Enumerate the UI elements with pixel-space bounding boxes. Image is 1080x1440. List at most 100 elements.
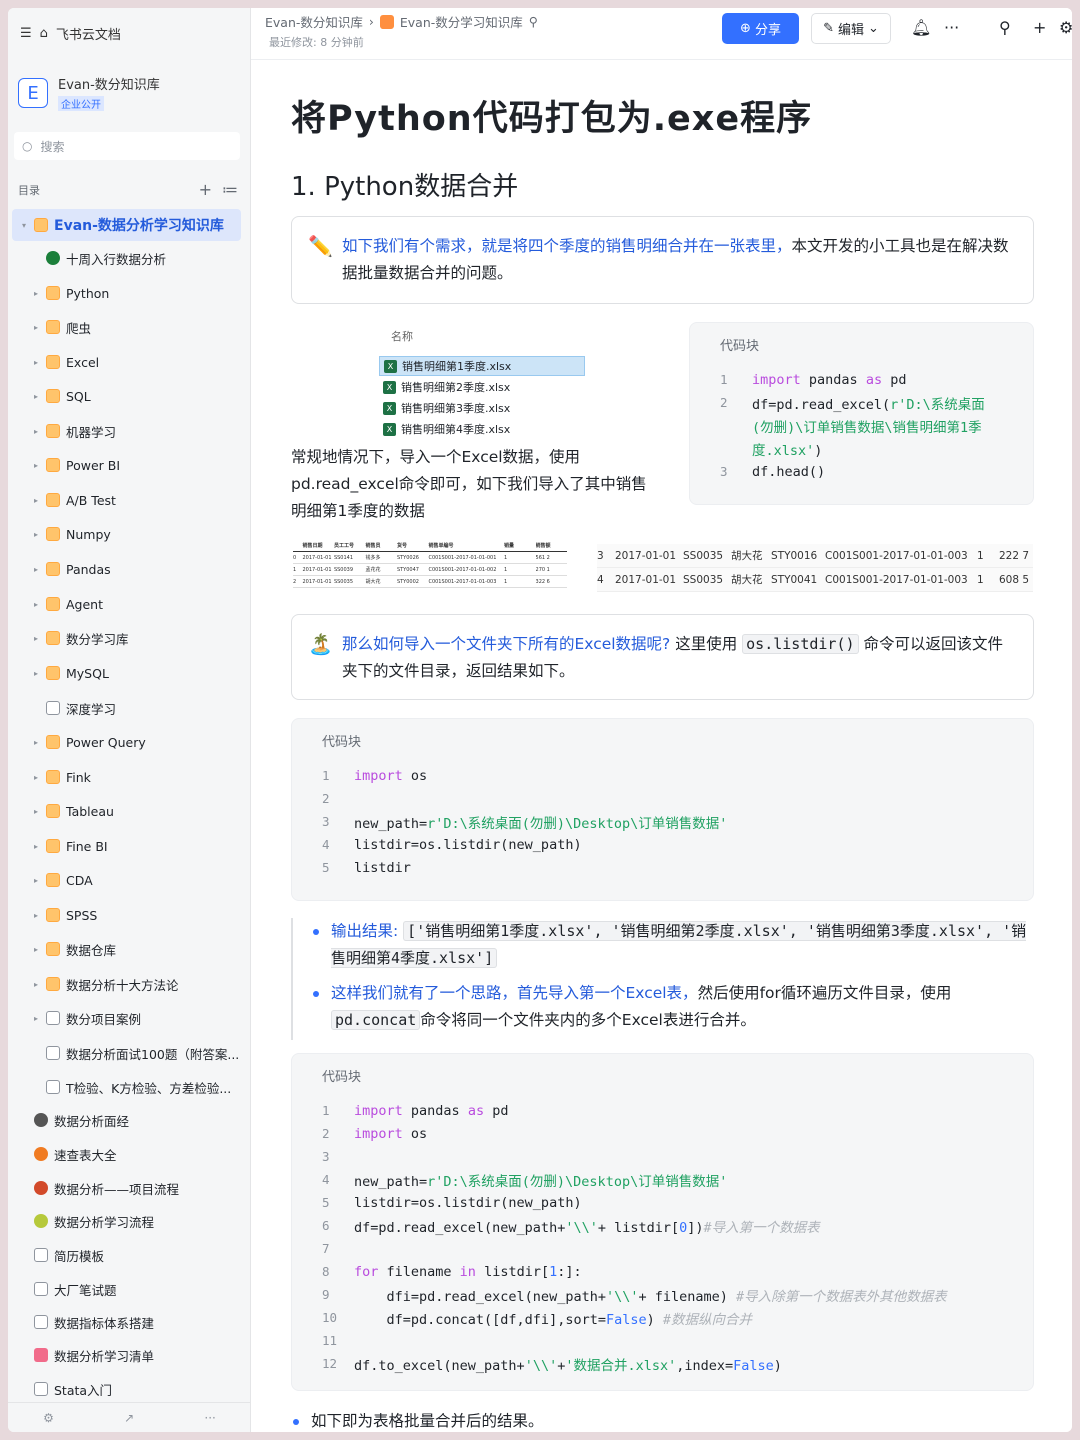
table-cell: 2017-01-01	[615, 573, 677, 586]
sidebar-item-label: 大厂笔试题	[54, 1282, 117, 1298]
sidebar-item[interactable]: ▸ Tableau	[8, 795, 251, 827]
callout-1: ✏️ 如下我们有个需求，就是将四个季度的销售明细合并在一张表里，本文开发的小工具…	[291, 216, 1034, 304]
sidebar-item-label: Pandas	[66, 561, 111, 577]
section-heading: 1. Python数据合并	[291, 172, 519, 202]
table-row: 4 2017-01-01 SS0035 胡大花 STY0041 C001S001-2017…	[597, 568, 1033, 592]
inline-code: os.listdir()	[742, 634, 859, 654]
folder-icon	[46, 770, 60, 784]
chevron-right-icon[interactable]: ▸	[30, 945, 42, 954]
sidebar-item[interactable]: ▸ Power BI	[8, 449, 251, 481]
app-name[interactable]: 飞书云文档	[56, 24, 121, 43]
sidebar-item-label: 数据仓库	[66, 942, 117, 958]
sidebar-item[interactable]: 数据分析——项目流程	[8, 1172, 251, 1204]
table-cell: 3	[597, 549, 604, 562]
sidebar-item[interactable]: ▸ 爬虫	[8, 311, 251, 343]
sidebar-item-label: Evan-数据分析学习知识库	[54, 218, 224, 234]
table-cell: 2	[293, 578, 297, 585]
chevron-right-icon[interactable]: ▸	[30, 807, 42, 816]
more-icon[interactable]: ···	[204, 1411, 215, 1425]
sidebar-item[interactable]: ▸ MySQL	[8, 657, 251, 689]
share-out-icon[interactable]: ↗	[124, 1411, 134, 1425]
sidebar-item[interactable]: 数据分析面试100题（附答案...	[8, 1037, 251, 1069]
share-button[interactable]: ⊕ 分享	[722, 13, 799, 44]
chevron-right-icon[interactable]: ▸	[30, 738, 42, 747]
more-horizontal-icon[interactable]: ···	[944, 18, 959, 37]
workspace-header[interactable]: E Evan-数分知识库 企业公开	[18, 74, 160, 112]
sidebar-item-label: 数分学习库	[66, 631, 129, 647]
chevron-right-icon[interactable]: ▸	[30, 876, 42, 885]
sidebar-item[interactable]: 简历模板	[8, 1239, 251, 1271]
sidebar-item[interactable]: 数据分析学习流程	[8, 1205, 251, 1237]
list-icon[interactable]: ≔	[222, 180, 238, 199]
sidebar-item[interactable]: 大厂笔试题	[8, 1273, 251, 1305]
sidebar-item[interactable]: ▸ SQL	[8, 380, 251, 412]
chevron-right-icon[interactable]: ▸	[30, 980, 42, 989]
sidebar-item[interactable]: ▸ Agent	[8, 588, 251, 620]
collapse-sidebar-icon[interactable]: ☰	[20, 26, 32, 41]
data-preview-table: 销售日期 员工工号 销售员 货号 销售单编号 销量 销售额 0 2017-01-01 SS0141…	[293, 540, 567, 588]
sidebar-item[interactable]: ▸ 数据分析十大方法论	[8, 968, 251, 1000]
sidebar-item-label: Power Query	[66, 734, 146, 750]
sidebar-item[interactable]: T检验、K方检验、方差检验...	[8, 1071, 251, 1103]
doc-icon	[46, 701, 60, 715]
table-row: 2 2017-01-01 SS0035 胡大花 STY0002 C001S001-2017…	[293, 576, 567, 588]
chevron-right-icon[interactable]: ▸	[30, 427, 42, 436]
chevron-right-icon[interactable]: ▸	[30, 530, 42, 539]
bell-icon[interactable]: 🔔︎	[911, 18, 931, 37]
sidebar-item[interactable]: ▸ 机器学习	[8, 415, 251, 447]
sidebar-item[interactable]: 速查表大全	[8, 1138, 251, 1170]
sidebar-item[interactable]: ▸ SPSS	[8, 899, 251, 931]
chevron-right-icon[interactable]: ▸	[30, 773, 42, 782]
chevron-right-icon[interactable]: ▸	[30, 1014, 42, 1023]
chevron-right-icon[interactable]: ▸	[30, 496, 42, 505]
sidebar-item[interactable]: ▸ 数分项目案例	[8, 1002, 251, 1034]
search-input[interactable]: ○ 搜索	[14, 132, 240, 160]
chevron-down-icon: ⌄	[868, 21, 879, 36]
search-icon[interactable]: ⚲	[999, 18, 1011, 37]
home-icon[interactable]: ⌂	[40, 26, 48, 41]
chevron-right-icon[interactable]: ▸	[30, 358, 42, 367]
sidebar-item[interactable]: ▸ CDA	[8, 864, 251, 896]
sidebar-item[interactable]: 数据分析学习清单	[8, 1339, 251, 1371]
sidebar-item[interactable]: ▸ Python	[8, 277, 251, 309]
add-icon[interactable]: +	[199, 180, 212, 199]
sidebar-item[interactable]: ▸ 数据仓库	[8, 933, 251, 965]
breadcrumb: Evan-数分知识库 › Evan-数分学习知识库 ⚲	[265, 12, 538, 31]
gear-icon[interactable]: ⚙	[1059, 18, 1072, 37]
folder-icon	[46, 320, 60, 334]
table-header-cell: 销量	[504, 543, 515, 549]
sidebar-item[interactable]: ▸ Fink	[8, 761, 251, 793]
chevron-right-icon[interactable]: ▸	[30, 392, 42, 401]
sidebar-item[interactable]: ▸ Fine BI	[8, 830, 251, 862]
breadcrumb-item[interactable]: Evan-数分知识库	[265, 12, 363, 31]
chevron-right-icon[interactable]: ▸	[30, 634, 42, 643]
add-icon[interactable]: +	[1033, 18, 1046, 37]
chevron-right-icon[interactable]: ▸	[30, 323, 42, 332]
chevron-right-icon[interactable]: ▸	[30, 565, 42, 574]
folder-icon	[46, 873, 60, 887]
chevron-right-icon[interactable]: ▸	[30, 842, 42, 851]
chevron-right-icon[interactable]: ▸	[30, 669, 42, 678]
sidebar-item[interactable]: 数据指标体系搭建	[8, 1306, 251, 1338]
chevron-right-icon[interactable]: ▸	[30, 911, 42, 920]
sidebar-item[interactable]: ▸ Power Query	[8, 726, 251, 758]
sidebar-item[interactable]: Stata入门	[8, 1373, 251, 1405]
chevron-right-icon[interactable]: ▸	[30, 461, 42, 470]
sidebar-item[interactable]: ▸ Pandas	[8, 553, 251, 585]
sidebar-item[interactable]: ▸ A/B Test	[8, 484, 251, 516]
sidebar-item[interactable]: ▸ 数分学习库	[8, 622, 251, 654]
settings-icon[interactable]: ⚙	[43, 1411, 54, 1425]
edit-button[interactable]: ✎ 编辑 ⌄	[811, 13, 891, 44]
breadcrumb-item[interactable]: Evan-数分学习知识库	[400, 12, 523, 31]
pencil-icon: ✎	[823, 21, 834, 36]
sidebar-item[interactable]: 十周入行数据分析	[8, 242, 251, 274]
sidebar-item[interactable]: ▸ Numpy	[8, 518, 251, 550]
chevron-right-icon[interactable]: ▸	[30, 600, 42, 609]
sidebar-item[interactable]: ▾ Evan-数据分析学习知识库	[12, 209, 241, 241]
sidebar-item[interactable]: 数据分析面经	[8, 1104, 251, 1136]
sidebar-item[interactable]: 深度学习	[8, 692, 251, 724]
sidebar-item[interactable]: ▸ Excel	[8, 346, 251, 378]
chevron-right-icon[interactable]: ▾	[18, 221, 30, 230]
chevron-right-icon[interactable]: ▸	[30, 289, 42, 298]
pin-icon[interactable]: ⚲	[529, 14, 538, 29]
